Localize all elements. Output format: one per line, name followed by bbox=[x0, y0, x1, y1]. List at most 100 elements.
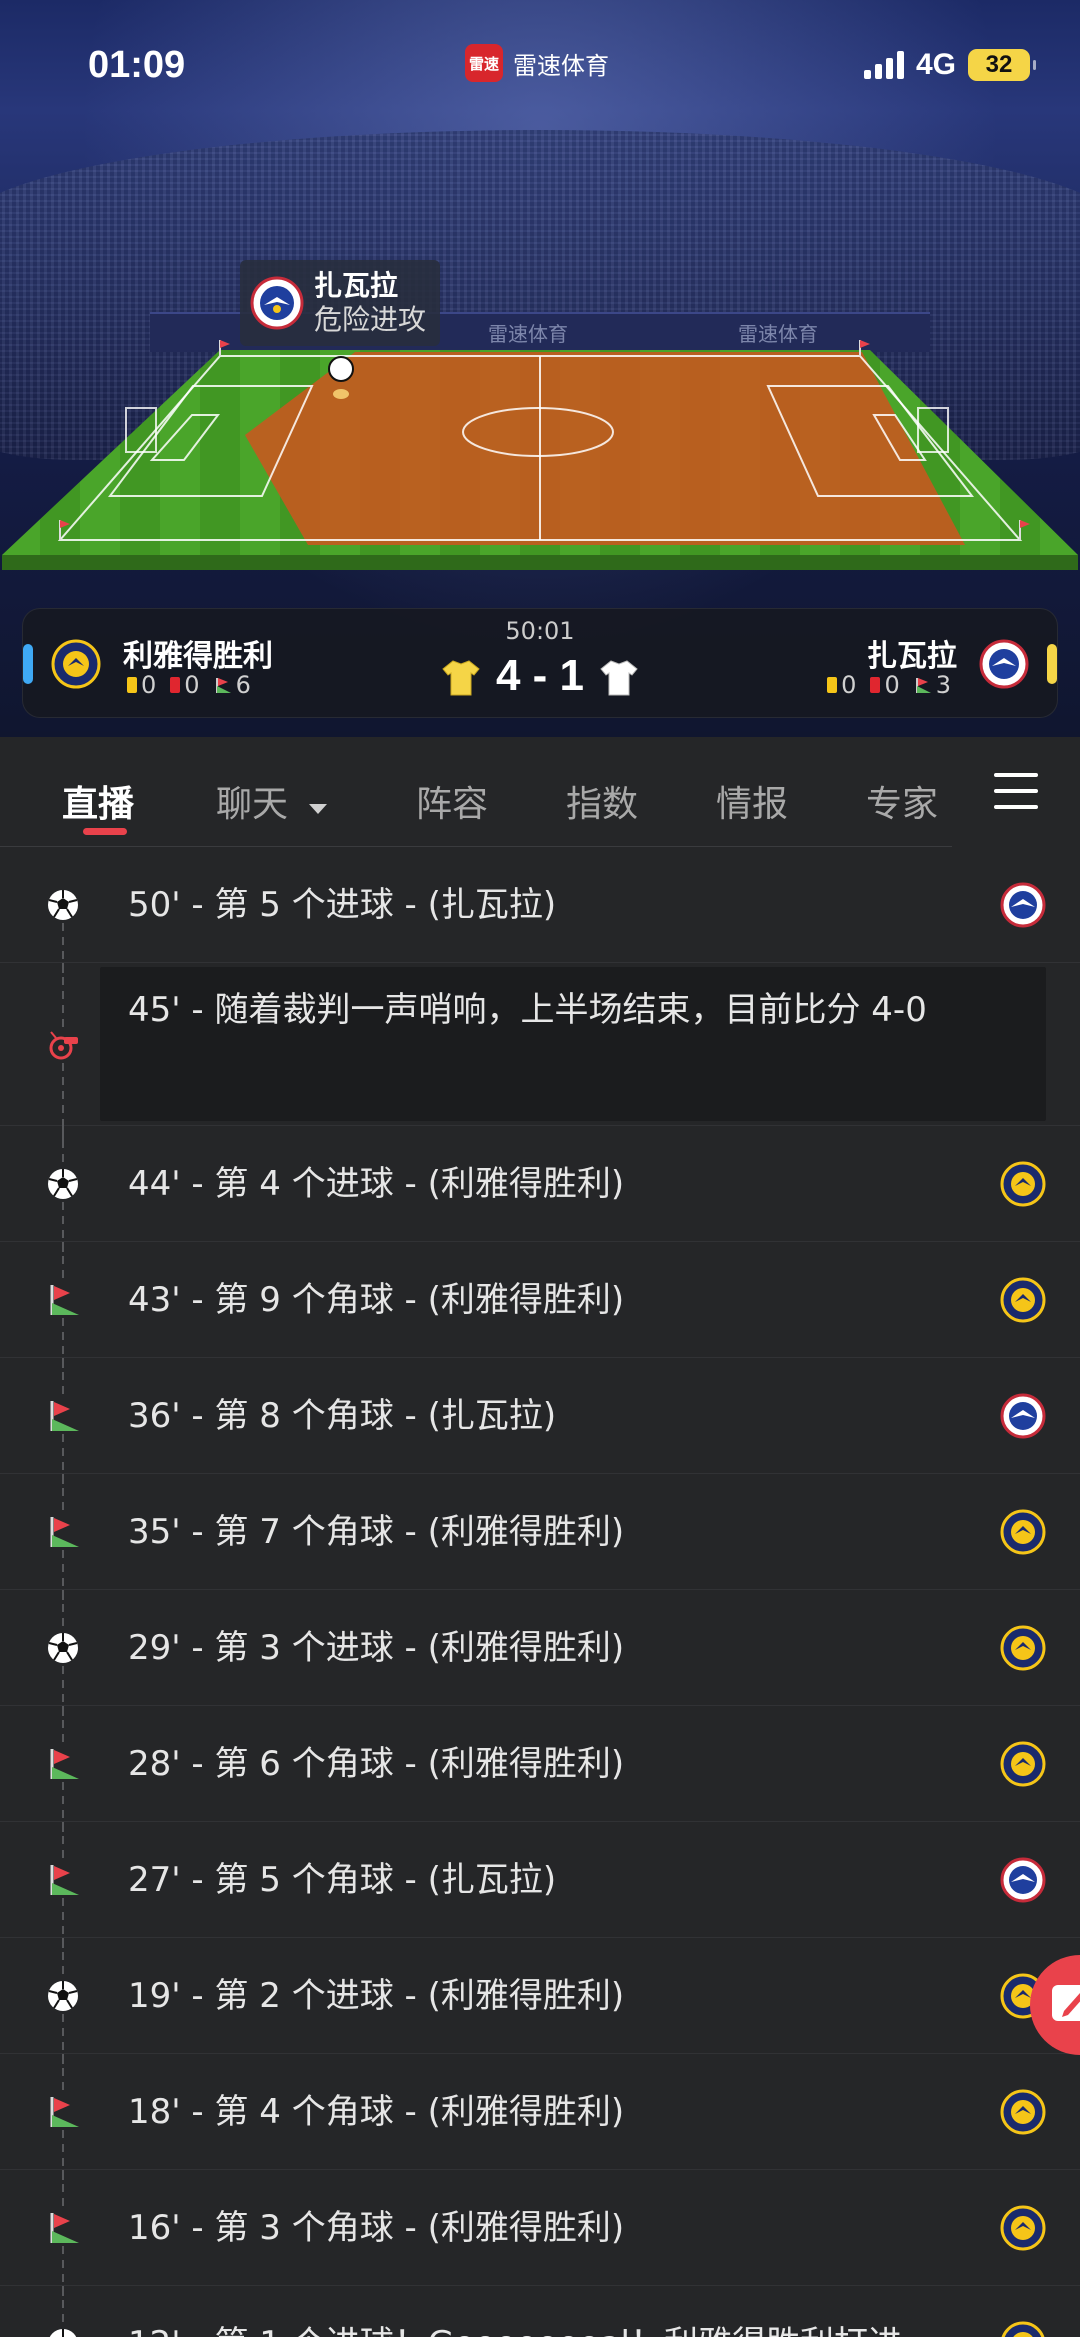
away-jersey-icon bbox=[600, 660, 638, 696]
menu-icon[interactable] bbox=[994, 773, 1038, 809]
active-tab-indicator bbox=[83, 828, 127, 835]
tab-lineup[interactable]: 阵容 bbox=[416, 775, 488, 827]
attack-zone bbox=[245, 352, 965, 545]
event-text: 19' - 第 2 个进球 - (利雅得胜利) bbox=[128, 1976, 625, 2016]
event-row[interactable]: 50' - 第 5 个进球 - (扎瓦拉) bbox=[0, 847, 1080, 981]
ball-icon bbox=[328, 356, 354, 382]
event-text: 50' - 第 5 个进球 - (扎瓦拉) bbox=[128, 885, 557, 925]
edit-icon bbox=[1052, 1985, 1080, 2021]
attack-indicator: 扎瓦拉 危险进攻 bbox=[240, 260, 440, 346]
chevron-down-icon bbox=[309, 804, 328, 814]
corner-flag-icon bbox=[46, 2211, 80, 2245]
event-row[interactable]: 19' - 第 2 个进球 - (利雅得胜利) bbox=[0, 1938, 1080, 2072]
event-text: 16' - 第 3 个角球 - (利雅得胜利) bbox=[128, 2208, 625, 2248]
timeline-line bbox=[62, 2286, 64, 2326]
tab-bar: 直播 聊天 阵容 指数 情报 专家 bbox=[0, 737, 1080, 847]
goal-ball-icon bbox=[46, 888, 80, 922]
status-bar: 01:09 雷速 雷速体育 4G 32 bbox=[0, 0, 1080, 120]
tab-experts[interactable]: 专家 bbox=[866, 775, 938, 827]
corner-flag-icon bbox=[46, 2095, 80, 2129]
corner-flag-icon bbox=[915, 678, 931, 693]
timeline-line bbox=[62, 1242, 64, 1282]
event-row[interactable]: 18' - 第 4 个角球 - (利雅得胜利) bbox=[0, 2054, 1080, 2188]
goal-ball-icon bbox=[46, 2327, 80, 2337]
alnassr-logo-icon bbox=[1000, 1741, 1046, 1787]
timeline-line bbox=[62, 2170, 64, 2210]
attack-action-label: 危险进攻 bbox=[314, 303, 427, 336]
event-row[interactable]: 35' - 第 7 个角球 - (利雅得胜利) bbox=[0, 1474, 1080, 1608]
event-row[interactable]: 29' - 第 3 个进球 - (利雅得胜利) bbox=[0, 1590, 1080, 1724]
event-row[interactable]: 36' - 第 8 个角球 - (扎瓦拉) bbox=[0, 1358, 1080, 1492]
app-indicator: 雷速 雷速体育 bbox=[465, 44, 609, 82]
event-row[interactable]: 44' - 第 4 个进球 - (利雅得胜利) bbox=[0, 1126, 1080, 1260]
event-text: 43' - 第 9 个角球 - (利雅得胜利) bbox=[128, 1280, 625, 1320]
battery-icon: 32 bbox=[968, 49, 1036, 81]
alnassr-logo-icon bbox=[1000, 2205, 1046, 2251]
zawraa-logo-icon bbox=[1000, 1393, 1046, 1439]
event-row[interactable]: 12' - 第 1 个进球！Goooooooal！利雅得胜利打进 bbox=[0, 2286, 1080, 2337]
alnassr-logo-icon bbox=[1000, 1509, 1046, 1555]
event-text: 28' - 第 6 个角球 - (利雅得胜利) bbox=[128, 1744, 625, 1784]
red-card-icon bbox=[870, 677, 881, 693]
event-text: 44' - 第 4 个进球 - (利雅得胜利) bbox=[128, 1164, 625, 1204]
corner-flag-icon bbox=[46, 1863, 80, 1897]
tab-live[interactable]: 直播 bbox=[62, 775, 134, 827]
zawraa-logo-icon bbox=[1000, 1857, 1046, 1903]
scoreboard[interactable]: 利雅得胜利 0 0 6 50:01 4 - 1 扎瓦拉 0 0 3 bbox=[22, 608, 1058, 718]
yellow-card-icon bbox=[827, 677, 838, 693]
corner-flag-icon bbox=[46, 1747, 80, 1781]
app-name: 雷速体育 bbox=[513, 51, 609, 80]
corner-flag-icon bbox=[46, 1399, 80, 1433]
event-text: 35' - 第 7 个角球 - (利雅得胜利) bbox=[128, 1512, 625, 1552]
event-text: 27' - 第 5 个角球 - (扎瓦拉) bbox=[128, 1860, 557, 1900]
away-team-name: 扎瓦拉 bbox=[867, 639, 957, 674]
timeline-line bbox=[62, 1590, 64, 1630]
event-row[interactable]: 27' - 第 5 个角球 - (扎瓦拉) bbox=[0, 1822, 1080, 1956]
app-logo-icon: 雷速 bbox=[465, 44, 503, 82]
timeline-line bbox=[62, 1706, 64, 1746]
alnassr-logo-icon bbox=[1000, 1625, 1046, 1671]
timeline-line bbox=[62, 963, 64, 1027]
event-text: 29' - 第 3 个进球 - (利雅得胜利) bbox=[128, 1628, 625, 1668]
timeline-line bbox=[62, 1126, 64, 1166]
tab-intel[interactable]: 情报 bbox=[716, 775, 788, 827]
goal-ball-icon bbox=[46, 1979, 80, 2013]
signal-icon bbox=[863, 51, 904, 79]
network-type: 4G bbox=[915, 48, 956, 81]
timeline-line bbox=[62, 1474, 64, 1514]
timeline-line bbox=[62, 1822, 64, 1862]
alnassr-logo-icon bbox=[1000, 1277, 1046, 1323]
timeline-line bbox=[62, 1358, 64, 1398]
event-timeline: 50' - 第 5 个进球 - (扎瓦拉) 45' - 随着裁判一声哨响，上半场结… bbox=[0, 847, 1080, 2337]
ball-position-marker bbox=[333, 389, 349, 399]
away-team-stats: 0 0 3 bbox=[827, 671, 951, 699]
event-text: 36' - 第 8 个角球 - (扎瓦拉) bbox=[128, 1396, 557, 1436]
event-text: 18' - 第 4 个角球 - (利雅得胜利) bbox=[128, 2092, 625, 2132]
corner-flag-icon bbox=[46, 1515, 80, 1549]
away-corner-count: 3 bbox=[935, 671, 951, 699]
alnassr-logo-icon bbox=[1000, 1161, 1046, 1207]
corner-flag-icon bbox=[46, 1283, 80, 1317]
event-text: 12' - 第 1 个进球！Goooooooal！利雅得胜利打进 bbox=[128, 2321, 930, 2337]
whistle-icon bbox=[46, 1028, 80, 1062]
event-row[interactable]: 28' - 第 6 个角球 - (利雅得胜利) bbox=[0, 1706, 1080, 1840]
alnassr-logo-icon bbox=[1000, 2321, 1046, 2337]
tab-chat-label: 聊天 bbox=[216, 784, 289, 825]
timeline-line bbox=[62, 1938, 64, 1978]
clock: 01:09 bbox=[88, 44, 186, 86]
timeline-line bbox=[62, 2054, 64, 2094]
away-red-count: 0 bbox=[884, 671, 900, 699]
zawraa-logo-icon bbox=[250, 276, 304, 330]
tab-odds[interactable]: 指数 bbox=[566, 775, 638, 827]
event-row[interactable]: 45' - 随着裁判一声哨响，上半场结束，目前比分 4-0 bbox=[0, 963, 1080, 1144]
pitch-visualization: 雷速体育 雷速体育 扎瓦拉 危险进攻 01:09 雷速 雷速体育 4G 32 利… bbox=[0, 0, 1080, 737]
goal-ball-icon bbox=[46, 1167, 80, 1201]
event-row[interactable]: 43' - 第 9 个角球 - (利雅得胜利) bbox=[0, 1242, 1080, 1376]
event-row[interactable]: 16' - 第 3 个角球 - (利雅得胜利) bbox=[0, 2170, 1080, 2304]
tab-chat[interactable]: 聊天 bbox=[216, 775, 329, 827]
zawraa-logo-icon bbox=[1000, 882, 1046, 928]
football-pitch bbox=[2, 340, 1078, 570]
zawraa-logo-icon bbox=[979, 639, 1029, 689]
alnassr-logo-icon bbox=[1000, 2089, 1046, 2135]
attacking-team-name: 扎瓦拉 bbox=[314, 269, 399, 302]
